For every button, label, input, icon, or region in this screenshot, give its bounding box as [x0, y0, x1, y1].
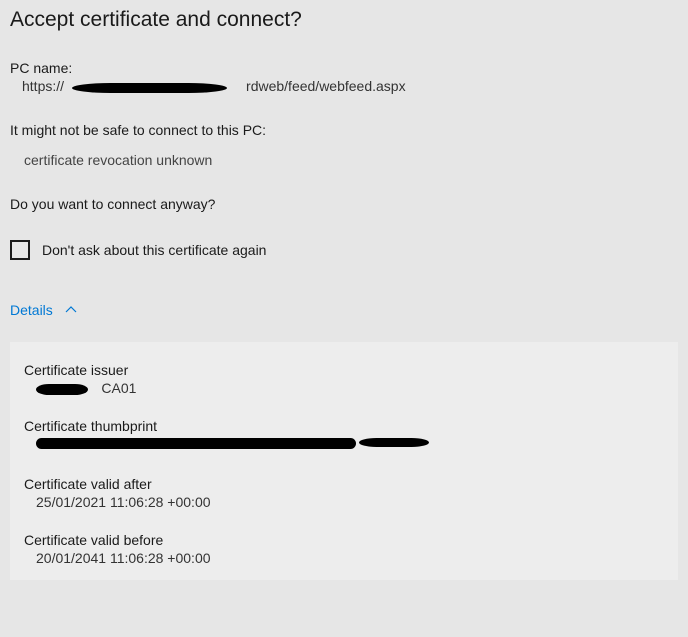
pc-url-suffix: rdweb/feed/webfeed.aspx — [246, 78, 406, 94]
dont-ask-checkbox-row[interactable]: Don't ask about this certificate again — [10, 240, 678, 260]
cert-valid-before-label: Certificate valid before — [24, 532, 664, 548]
redacted-thumbprint-2 — [359, 438, 429, 447]
dialog-title: Accept certificate and connect? — [10, 8, 678, 32]
pc-name-value: https://xxxxxxxxxxxxxxxxxxxxxxxxxxrdweb/… — [10, 78, 678, 94]
cert-valid-after-value: 25/01/2021 11:06:28 +00:00 — [24, 494, 664, 510]
cert-thumbprint-label: Certificate thumbprint — [24, 418, 664, 434]
details-label: Details — [10, 302, 53, 318]
cert-valid-after-block: Certificate valid after 25/01/2021 11:06… — [24, 476, 664, 510]
dont-ask-checkbox[interactable] — [10, 240, 30, 260]
cert-issuer-label: Certificate issuer — [24, 362, 664, 378]
cert-issuer-suffix: CA01 — [101, 380, 136, 396]
redacted-issuer — [36, 384, 88, 395]
pc-url-prefix: https:// — [22, 78, 64, 94]
connect-question: Do you want to connect anyway? — [10, 196, 678, 212]
warning-section: It might not be safe to connect to this … — [10, 122, 678, 168]
warning-detail: certificate revocation unknown — [10, 152, 678, 168]
cert-thumbprint-value — [24, 436, 664, 454]
certificate-dialog: Accept certificate and connect? PC name:… — [0, 0, 688, 580]
pc-name-label: PC name: — [10, 60, 678, 76]
chevron-up-icon — [65, 304, 77, 316]
cert-thumbprint-block: Certificate thumbprint — [24, 418, 664, 454]
certificate-details-panel: Certificate issuer XXXXXXXCA01 Certifica… — [10, 342, 678, 580]
cert-issuer-block: Certificate issuer XXXXXXXCA01 — [24, 362, 664, 396]
warning-heading: It might not be safe to connect to this … — [10, 122, 678, 138]
cert-valid-before-value: 20/01/2041 11:06:28 +00:00 — [24, 550, 664, 566]
redacted-thumbprint-1 — [36, 438, 356, 449]
cert-issuer-value: XXXXXXXCA01 — [24, 380, 664, 396]
details-toggle[interactable]: Details — [10, 302, 77, 318]
dont-ask-label: Don't ask about this certificate again — [42, 242, 266, 258]
cert-valid-after-label: Certificate valid after — [24, 476, 664, 492]
redacted-pc-hostname — [72, 83, 227, 93]
cert-valid-before-block: Certificate valid before 20/01/2041 11:0… — [24, 532, 664, 566]
